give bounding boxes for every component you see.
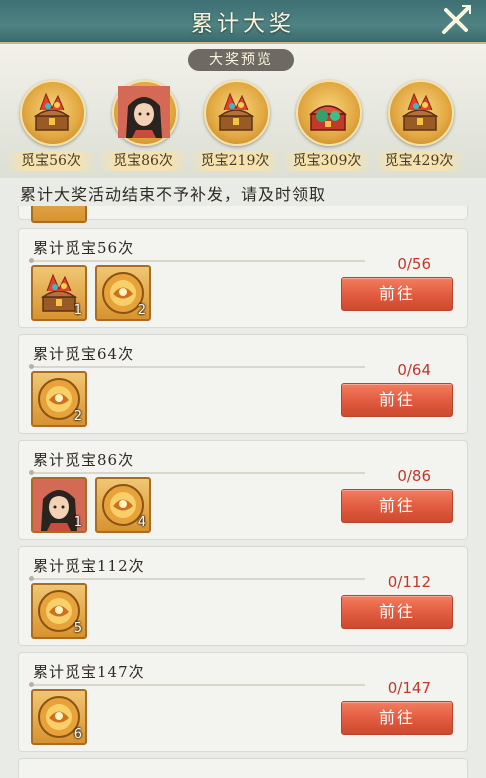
task-row: 累计觅宝56次 1 2 0/56 前往 [18, 228, 468, 328]
reward-item[interactable]: 4 [95, 477, 151, 533]
preview-reward-caption: 觅宝86次 [98, 151, 188, 171]
reward-item[interactable]: 1 [31, 477, 87, 533]
task-row-partial [18, 758, 468, 778]
task-row-partial [18, 206, 468, 223]
page-title: 累计大奖 [190, 12, 295, 37]
divider [29, 578, 365, 580]
reward-preview-row: 觅宝56次 觅宝86次 觅宝219次 觅宝309次 觅宝429次 [0, 76, 486, 176]
jade-chest-icon [309, 105, 347, 131]
close-button[interactable] [440, 4, 472, 36]
task-title: 累计觅宝86次 [33, 451, 135, 469]
task-row: 累计觅宝112次 5 0/112 前往 [18, 546, 468, 646]
task-row: 累计觅宝64次 2 0/64 前往 [18, 334, 468, 434]
item-quantity: 1 [73, 515, 82, 530]
divider [29, 684, 365, 686]
preview-reward[interactable]: 觅宝309次 [282, 76, 372, 176]
go-button[interactable]: 前往 [341, 701, 453, 735]
item-quantity: 2 [137, 303, 146, 318]
task-list[interactable]: 累计觅宝56次 1 2 0/56 前往 累计觅宝64次 2 0/64 前往 累计… [18, 206, 470, 778]
go-button[interactable]: 前往 [341, 595, 453, 629]
item-quantity: 1 [73, 303, 82, 318]
task-progress: 0/56 [397, 255, 431, 273]
task-title: 累计觅宝56次 [33, 239, 135, 257]
reward-item[interactable]: 1 [31, 265, 87, 321]
hero-portrait-icon [118, 86, 170, 138]
task-title: 累计觅宝112次 [33, 557, 145, 575]
go-button[interactable]: 前往 [341, 383, 453, 417]
task-progress: 0/147 [387, 679, 431, 697]
preview-reward[interactable]: 觅宝86次 [98, 76, 188, 176]
divider [29, 366, 365, 368]
header-bar: 累计大奖 [0, 0, 486, 44]
divider [29, 260, 365, 262]
item-quantity: 6 [73, 727, 82, 742]
go-button[interactable]: 前往 [341, 489, 453, 523]
reward-item[interactable]: 2 [95, 265, 151, 321]
treasure-chest-icon [33, 92, 71, 131]
close-icon [442, 5, 471, 34]
item-quantity: 5 [73, 621, 82, 636]
task-progress: 0/112 [387, 573, 431, 591]
treasure-chest-icon [401, 92, 439, 131]
go-button[interactable]: 前往 [341, 277, 453, 311]
divider [29, 472, 365, 474]
preview-label: 大奖预览 [188, 49, 294, 71]
task-progress: 0/64 [397, 361, 431, 379]
task-title: 累计觅宝64次 [33, 345, 135, 363]
reward-preview-panel: 大奖预览 觅宝56次 觅宝86次 觅宝219次 觅宝309次 觅宝429次 [0, 44, 486, 178]
preview-reward-caption: 觅宝429次 [374, 151, 464, 171]
reward-item[interactable]: 6 [31, 689, 87, 745]
reward-item[interactable]: 2 [31, 371, 87, 427]
reward-item[interactable]: 5 [31, 583, 87, 639]
item-quantity: 4 [137, 515, 146, 530]
notice-text: 累计大奖活动结束不予补发，请及时领取 [20, 185, 327, 204]
task-title: 累计觅宝147次 [33, 663, 145, 681]
item-quantity: 2 [73, 409, 82, 424]
preview-reward-caption: 觅宝309次 [282, 151, 372, 171]
preview-reward-caption: 觅宝219次 [190, 151, 280, 171]
reward-item [31, 206, 87, 223]
treasure-chest-icon [217, 92, 255, 131]
preview-reward[interactable]: 觅宝56次 [6, 76, 96, 176]
task-progress: 0/86 [397, 467, 431, 485]
task-row: 累计觅宝147次 6 0/147 前往 [18, 652, 468, 752]
preview-reward[interactable]: 觅宝429次 [374, 76, 464, 176]
preview-reward[interactable]: 觅宝219次 [190, 76, 280, 176]
preview-reward-caption: 觅宝56次 [6, 151, 96, 171]
task-row: 累计觅宝86次 1 4 0/86 前往 [18, 440, 468, 540]
